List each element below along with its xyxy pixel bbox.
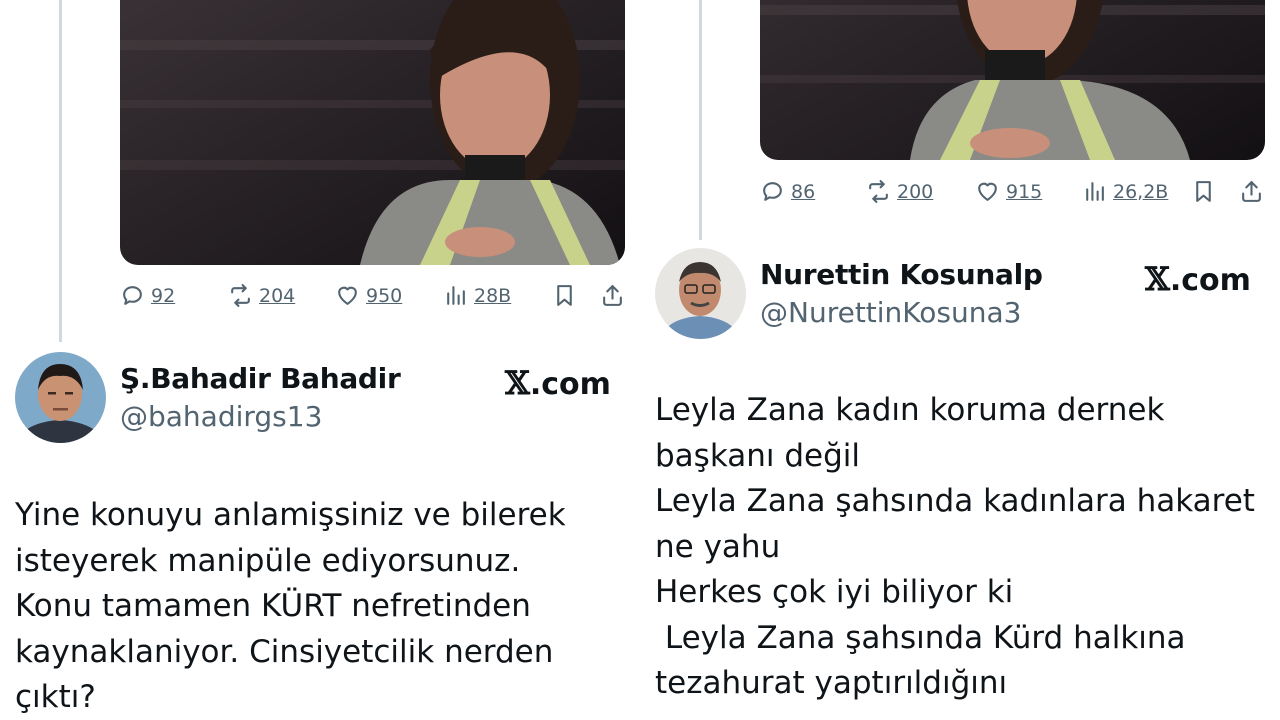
like-count: 915 <box>1006 180 1043 203</box>
x-logo-icon: 𝕏 <box>505 364 530 402</box>
reply-button[interactable]: 92 <box>120 283 175 308</box>
tweet-text-line: Konu tamamen KÜRT nefretinden <box>15 588 531 624</box>
bookmark-button[interactable] <box>1191 179 1216 204</box>
repost-icon <box>866 179 891 204</box>
views-icon <box>443 283 468 308</box>
reply-icon <box>120 283 145 308</box>
views-count: 28B <box>474 284 512 307</box>
thread-line-right <box>699 0 702 240</box>
user-handle[interactable]: @NurettinKosuna3 <box>760 296 1021 329</box>
avatar[interactable] <box>15 352 106 443</box>
share-button[interactable] <box>600 283 625 308</box>
tweet-text-line: Herkes çok iyi biliyor ki <box>655 574 1014 610</box>
tweet-text-line: Yine konuyu anlamişsiniz ve bilerek <box>15 497 566 533</box>
tweet-text-line: başkanı değil <box>655 437 860 474</box>
reply-icon <box>760 179 785 204</box>
tweet-text-line: tezahurat yaptırıldığını <box>655 665 1008 701</box>
views-button[interactable]: 28B <box>443 283 511 308</box>
views-button[interactable]: 26,2B <box>1082 179 1168 204</box>
tweet-photo-right[interactable] <box>760 0 1265 160</box>
tweet-text-line: kaynaklaniyor. Cinsiyetcilik nerden <box>15 633 554 670</box>
thread-line-left <box>59 0 62 342</box>
reply-button[interactable]: 86 <box>760 179 815 204</box>
tweet-text-line: çıktı? <box>15 679 96 715</box>
repost-count: 204 <box>259 284 296 307</box>
display-name[interactable]: Nurettin Kosunalp <box>760 258 1043 291</box>
tweet-text-line: isteyerek manipüle ediyorsunuz. <box>15 542 521 579</box>
x-logo-icon: 𝕏 <box>1145 260 1170 298</box>
views-count: 26,2B <box>1113 180 1169 203</box>
bookmark-button[interactable] <box>552 283 577 308</box>
brand-domain: .com <box>1169 263 1251 298</box>
tweet-text-right: Leyla Zana kadın koruma dernek başkanı d… <box>655 388 1255 707</box>
tweet-text-line: Leyla Zana şahsında kadınlara hakaret <box>655 483 1255 519</box>
like-icon <box>975 179 1000 204</box>
like-button[interactable]: 950 <box>335 283 402 308</box>
share-button[interactable] <box>1239 179 1264 204</box>
x-com-brand: 𝕏.com <box>505 364 611 402</box>
like-button[interactable]: 915 <box>975 179 1042 204</box>
avatar[interactable] <box>655 248 746 339</box>
bookmark-icon <box>1191 179 1216 204</box>
share-icon <box>600 283 625 308</box>
tweet-text-line: Leyla Zana şahsında Kürd halkına <box>655 619 1186 656</box>
reply-count: 86 <box>791 180 816 203</box>
tweet-text-left: Yine konuyu anlamişsiniz ve bilerek iste… <box>15 493 566 720</box>
reply-count: 92 <box>151 284 176 307</box>
repost-icon <box>228 283 253 308</box>
tweet-actions-right: 86 200 915 26,2B <box>760 179 1268 209</box>
like-count: 950 <box>366 284 403 307</box>
repost-count: 200 <box>897 180 934 203</box>
repost-button[interactable]: 200 <box>866 179 933 204</box>
tweet-text-line: ne yahu <box>655 528 781 565</box>
bookmark-icon <box>552 283 577 308</box>
tweet-photo-left[interactable] <box>120 0 625 265</box>
like-icon <box>335 283 360 308</box>
tweet-actions-left: 92 204 950 28B <box>120 283 628 313</box>
x-com-brand: 𝕏.com <box>1145 260 1251 298</box>
repost-button[interactable]: 204 <box>228 283 295 308</box>
display-name[interactable]: Ş.Bahadir Bahadir <box>120 362 401 395</box>
tweet-text-line: Leyla Zana kadın koruma dernek <box>655 392 1165 428</box>
views-icon <box>1082 179 1107 204</box>
user-handle[interactable]: @bahadirgs13 <box>120 400 322 433</box>
share-icon <box>1239 179 1264 204</box>
brand-domain: .com <box>529 367 611 402</box>
